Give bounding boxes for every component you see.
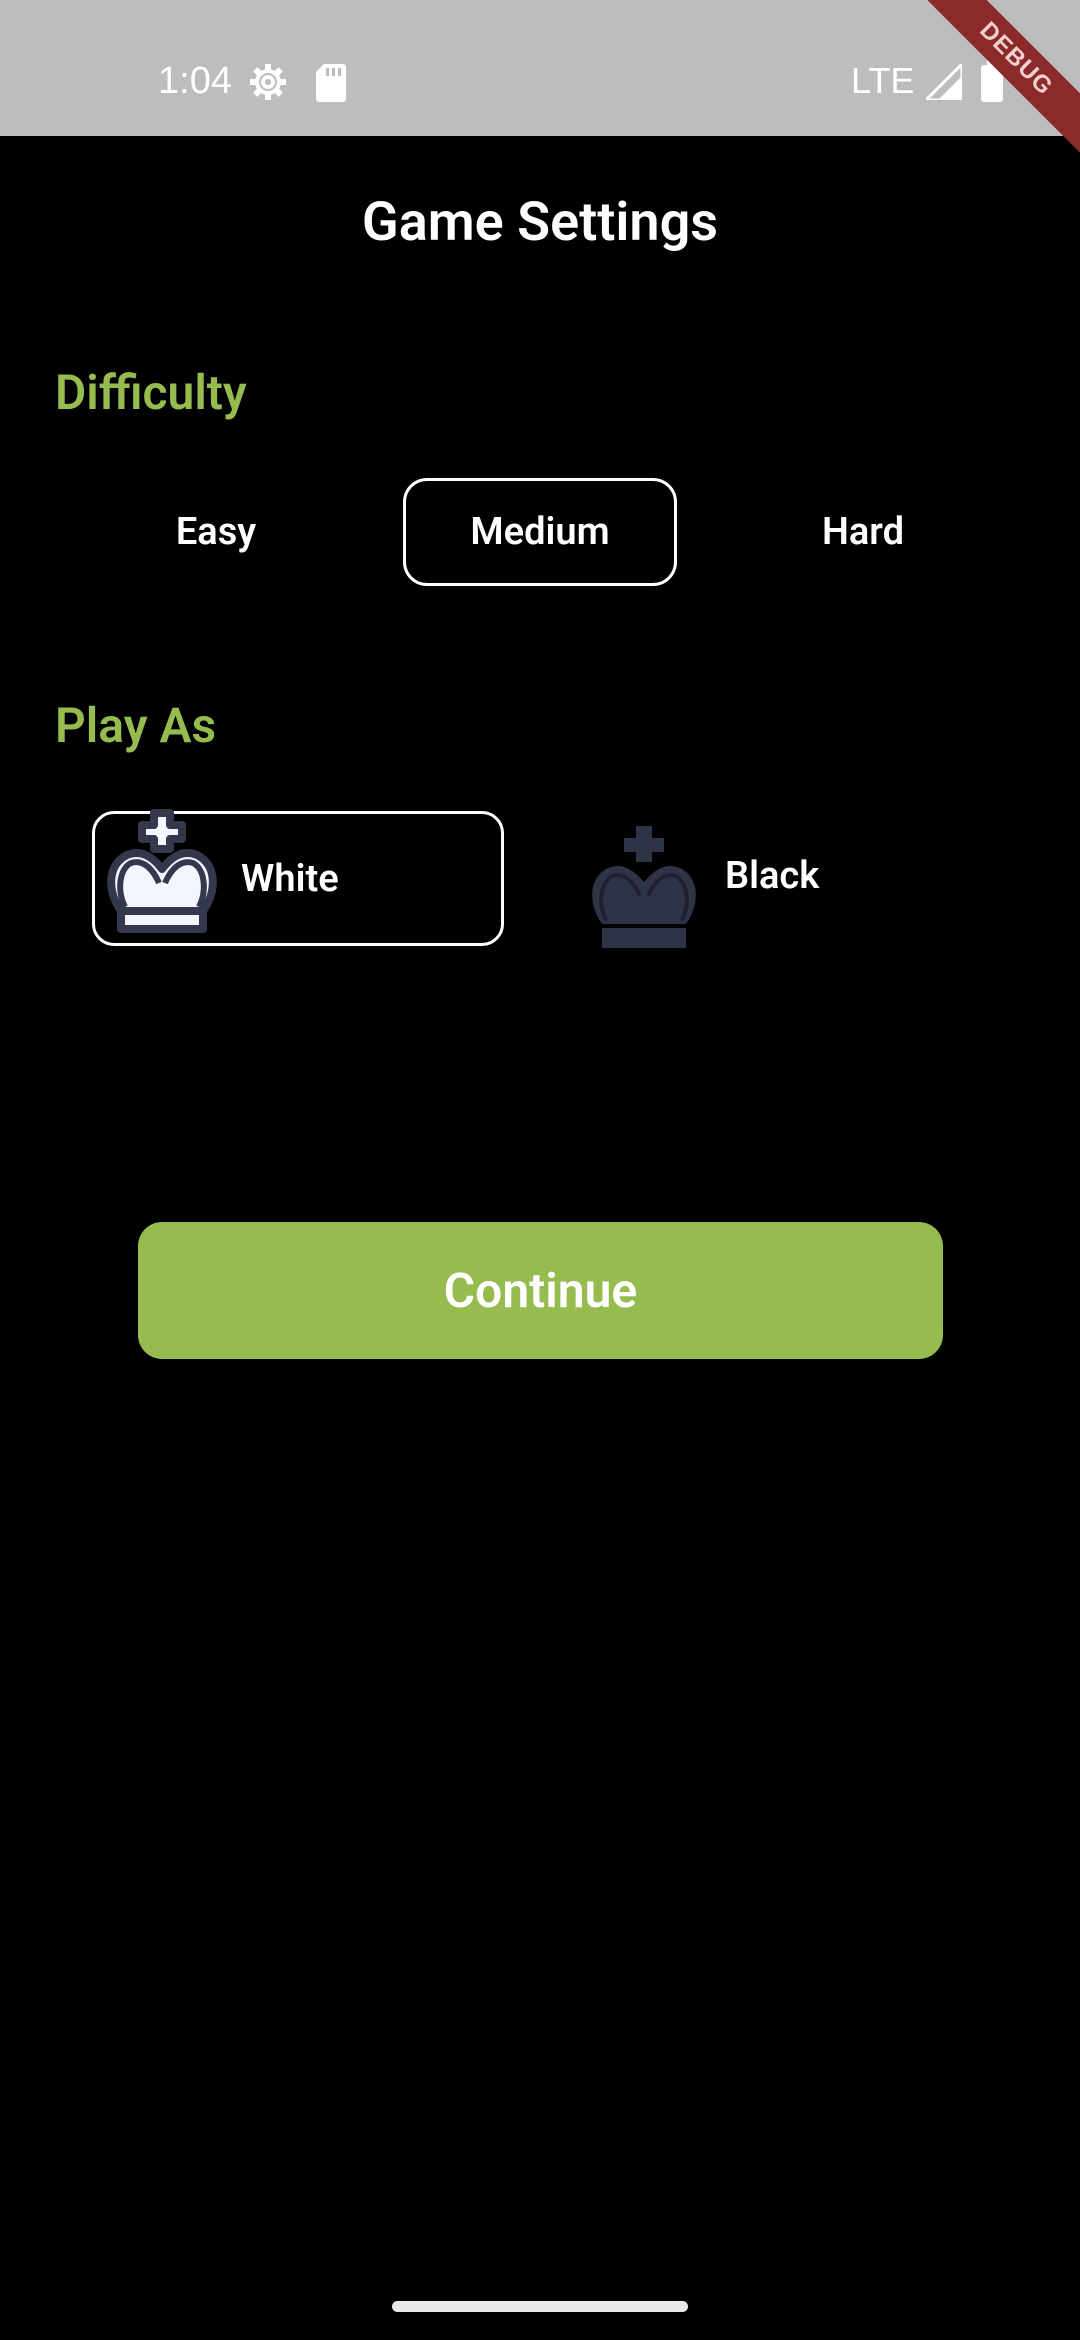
game-settings-screen: 1:04 LTE DEBUG Game Settings Difficulty … (0, 0, 1080, 2340)
difficulty-section-label: Difficulty (55, 364, 247, 421)
play-as-white-label: White (241, 857, 339, 901)
black-king-icon (592, 826, 696, 948)
play-as-white-option[interactable]: White (92, 809, 504, 946)
gear-icon (250, 64, 286, 100)
difficulty-option-easy[interactable]: Easy (106, 478, 326, 586)
page-title: Game Settings (361, 191, 719, 254)
signal-icon (926, 64, 962, 100)
play-as-black-option[interactable]: Black (571, 811, 871, 948)
home-indicator[interactable] (392, 2301, 688, 2312)
continue-button[interactable]: Continue (138, 1222, 943, 1359)
network-type-label: LTE (851, 60, 915, 101)
white-king-icon (107, 809, 217, 933)
sd-card-icon (316, 64, 346, 102)
status-time: 1:04 (158, 60, 232, 102)
difficulty-option-medium[interactable]: Medium (403, 478, 677, 586)
play-as-black-label: Black (725, 854, 820, 898)
difficulty-option-hard[interactable]: Hard (753, 478, 973, 586)
status-bar: 1:04 LTE (0, 0, 1080, 136)
play-as-section-label: Play As (55, 697, 217, 754)
